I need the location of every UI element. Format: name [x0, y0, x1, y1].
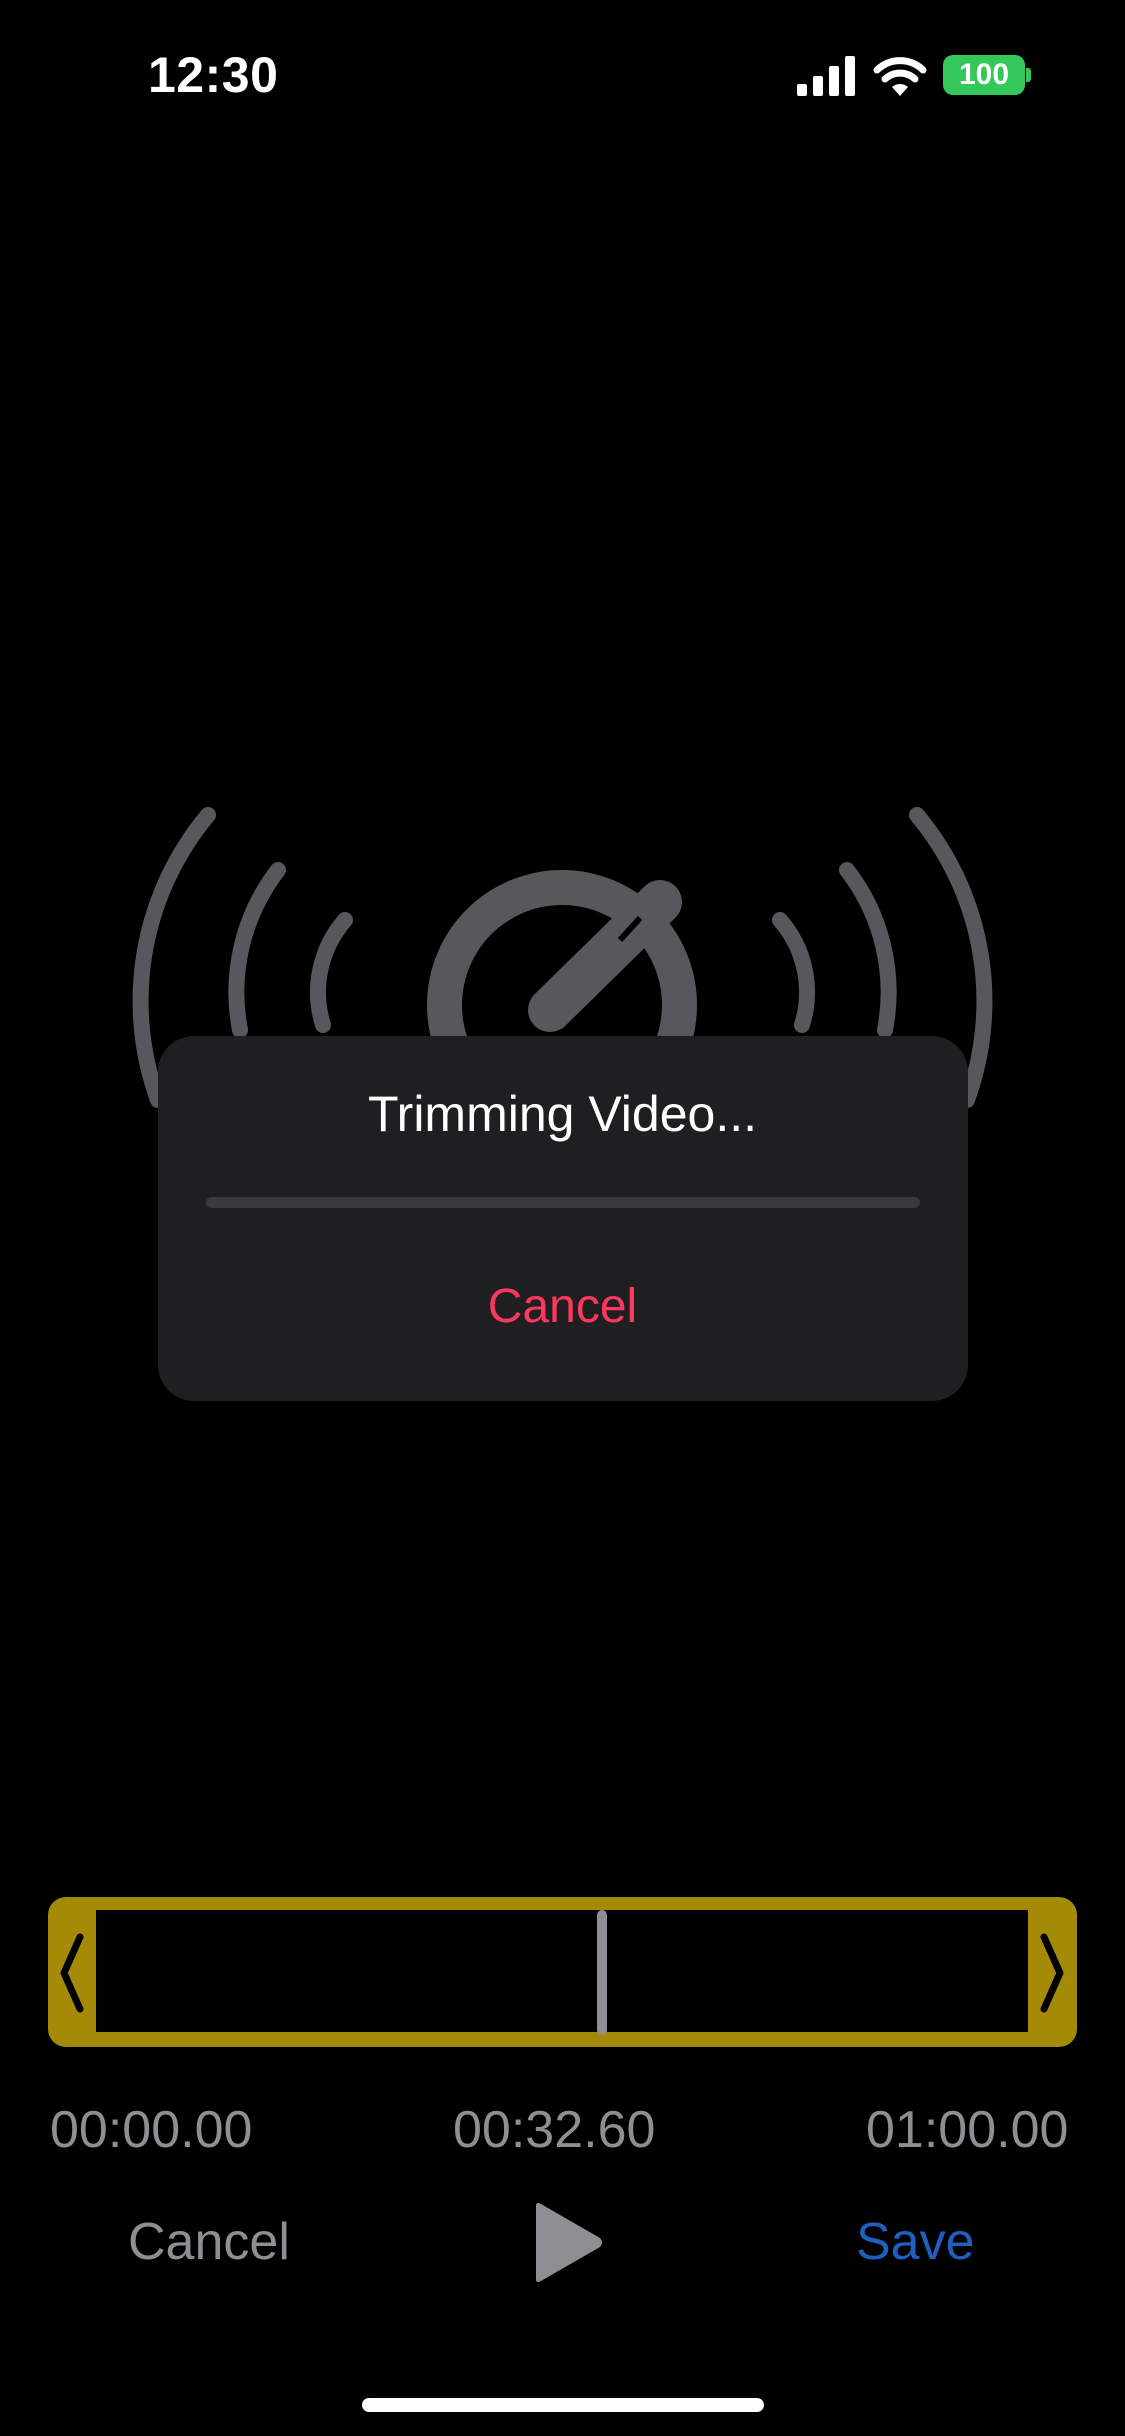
status-bar: 12:30 100	[0, 0, 1125, 150]
wifi-icon	[873, 57, 927, 96]
end-time: 01:00.00	[866, 2101, 1069, 2159]
cancel-button[interactable]: Cancel	[128, 2212, 290, 2272]
home-indicator[interactable]	[362, 2398, 764, 2412]
progress-bar	[206, 1197, 920, 1208]
signal-icon	[797, 56, 855, 96]
playhead[interactable]	[597, 1910, 607, 2035]
trim-window	[96, 1910, 1028, 2032]
start-time: 00:00.00	[50, 2101, 253, 2159]
chevron-left-icon[interactable]	[58, 1933, 86, 2013]
dialog-title: Trimming Video...	[367, 1086, 757, 1142]
battery-icon: 100	[943, 55, 1025, 95]
play-icon[interactable]	[530, 2200, 605, 2285]
chevron-right-icon[interactable]	[1038, 1933, 1066, 2013]
status-time: 12:30	[148, 47, 279, 103]
battery-tip	[1026, 68, 1031, 82]
save-button[interactable]: Save	[856, 2212, 975, 2272]
battery-level: 100	[958, 58, 1010, 91]
current-time: 00:32.60	[453, 2101, 656, 2159]
dialog-cancel-button[interactable]: Cancel	[400, 1272, 725, 1342]
